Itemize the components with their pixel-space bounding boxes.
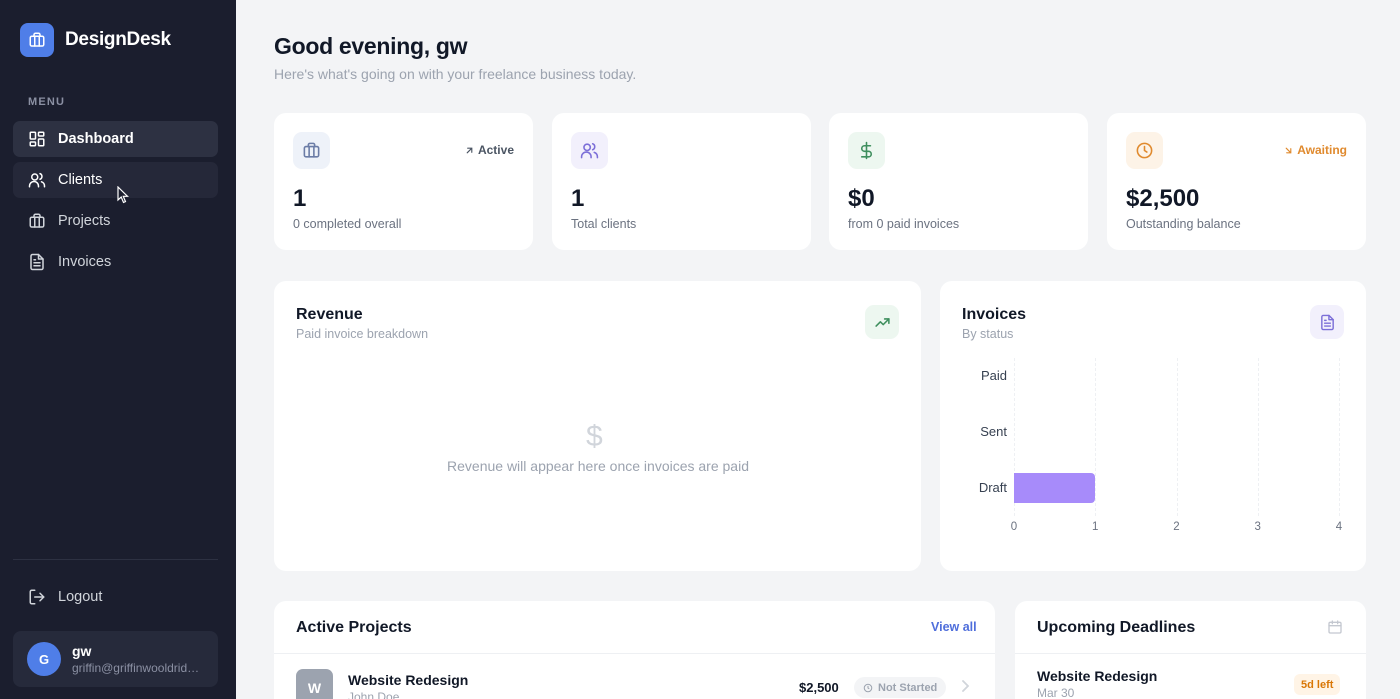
status-badge-label: Awaiting bbox=[1297, 143, 1347, 157]
logout-button[interactable]: Logout bbox=[13, 579, 218, 615]
status-badge: Active bbox=[464, 143, 514, 157]
chart-category-label: Draft bbox=[978, 480, 1007, 495]
logout-icon bbox=[29, 589, 45, 605]
section-title: Active Projects bbox=[296, 619, 412, 636]
briefcase-icon bbox=[20, 23, 54, 57]
panel-title: Invoices bbox=[962, 306, 1027, 323]
dashboard-grid-icon bbox=[29, 131, 45, 147]
project-avatar: W bbox=[296, 669, 333, 699]
dollar-icon: $ bbox=[586, 420, 603, 453]
divider bbox=[1015, 653, 1366, 654]
chart-tick-label: 3 bbox=[1254, 521, 1261, 533]
sidebar: DesignDesk MENU Dashboard Clients Projec… bbox=[0, 0, 236, 699]
sidebar-item-label: Dashboard bbox=[58, 131, 134, 147]
stat-value: $0 bbox=[848, 185, 875, 212]
divider bbox=[274, 653, 995, 654]
briefcase-icon bbox=[29, 213, 45, 228]
stat-card-outstanding: Awaiting $2,500 Outstanding balance bbox=[1107, 113, 1366, 250]
logout-area: Logout bbox=[13, 579, 218, 620]
revenue-panel: Revenue Paid invoice breakdown $ Revenue… bbox=[274, 281, 921, 571]
chart-bar[interactable] bbox=[1014, 473, 1096, 503]
briefcase-icon bbox=[293, 132, 330, 169]
panel-subtitle: Paid invoice breakdown bbox=[296, 327, 429, 341]
sidebar-divider bbox=[13, 559, 218, 560]
status-badge-label: Not Started bbox=[878, 681, 938, 694]
page-title: Good evening, gw bbox=[274, 33, 468, 59]
chart-grid-line bbox=[1257, 358, 1259, 516]
arrow-down-right-icon bbox=[1285, 147, 1292, 153]
arrow-up-right-icon bbox=[466, 147, 473, 153]
sidebar-item-label: Clients bbox=[58, 172, 103, 188]
stat-card-clients: 1 Total clients bbox=[552, 113, 811, 250]
stat-value: 1 bbox=[571, 185, 585, 212]
sidebar-item-projects[interactable]: Projects bbox=[13, 203, 218, 239]
document-icon[interactable] bbox=[1310, 305, 1344, 339]
empty-state-message: Revenue will appear here once invoices a… bbox=[447, 458, 749, 474]
panel-title: Revenue bbox=[296, 306, 363, 323]
user-card[interactable]: G gw griffin@griffinwooldridge.com bbox=[13, 631, 218, 687]
stat-card-revenue: $0 from 0 paid invoices bbox=[829, 113, 1088, 250]
chart-grid-line bbox=[1176, 358, 1178, 516]
stat-card-projects: Active 1 0 completed overall bbox=[274, 113, 533, 250]
stat-value: $2,500 bbox=[1126, 185, 1200, 212]
clock-icon bbox=[863, 683, 873, 692]
user-email: griffin@griffinwooldridge.com bbox=[72, 661, 204, 675]
stat-caption: from 0 paid invoices bbox=[848, 217, 960, 231]
dollar-icon bbox=[848, 132, 885, 169]
project-client: John Doe bbox=[348, 690, 400, 699]
chart-category-label: Sent bbox=[980, 424, 1007, 439]
logout-label: Logout bbox=[58, 589, 103, 605]
app-name: DesignDesk bbox=[65, 29, 171, 50]
deadline-project-name: Website Redesign bbox=[1037, 668, 1158, 684]
sidebar-item-clients[interactable]: Clients bbox=[13, 162, 218, 198]
clock-icon bbox=[1126, 132, 1163, 169]
chart-grid-line bbox=[1339, 358, 1340, 516]
chart-grid-line bbox=[1095, 358, 1097, 516]
chart-tick-label: 2 bbox=[1173, 521, 1180, 533]
chart-tick-label: 1 bbox=[1092, 521, 1099, 533]
status-badge: Awaiting bbox=[1283, 143, 1347, 157]
sidebar-item-dashboard[interactable]: Dashboard bbox=[13, 121, 218, 157]
stat-caption: Outstanding balance bbox=[1126, 217, 1241, 231]
status-badge-label: Active bbox=[477, 143, 514, 157]
status-badge: Not Started bbox=[854, 677, 947, 698]
avatar: G bbox=[27, 642, 61, 676]
stat-caption: 0 completed overall bbox=[293, 217, 402, 231]
chart-tick-label: 0 bbox=[1010, 521, 1018, 533]
calendar-icon bbox=[1328, 620, 1342, 634]
user-info: gw griffin@griffinwooldridge.com bbox=[72, 643, 204, 675]
brand[interactable]: DesignDesk bbox=[20, 23, 171, 57]
deadline-date: Mar 30 bbox=[1037, 686, 1075, 699]
project-amount: $2,500 bbox=[799, 680, 839, 695]
view-all-link[interactable]: View all bbox=[931, 620, 977, 634]
chevron-right-icon[interactable] bbox=[961, 680, 970, 692]
users-icon bbox=[28, 172, 46, 188]
sidebar-item-label: Invoices bbox=[58, 254, 112, 270]
sidebar-item-invoices[interactable]: Invoices bbox=[13, 244, 218, 280]
chart-tick-label: 4 bbox=[1335, 521, 1343, 533]
mouse-cursor-icon bbox=[117, 186, 129, 204]
stat-caption: Total clients bbox=[571, 217, 637, 231]
users-icon bbox=[571, 132, 608, 169]
chart-category-label: Paid bbox=[980, 368, 1007, 383]
page-subtitle: Here's what's going on with your freelan… bbox=[274, 66, 637, 82]
project-name: Website Redesign bbox=[348, 672, 469, 688]
status-badge: 5d left bbox=[1294, 674, 1341, 695]
sidebar-nav: Dashboard Clients Projects Invoices bbox=[13, 121, 218, 285]
menu-label: MENU bbox=[28, 96, 66, 108]
document-icon bbox=[30, 253, 44, 271]
panel-subtitle: By status bbox=[962, 327, 1014, 341]
section-title: Upcoming Deadlines bbox=[1037, 619, 1196, 636]
sidebar-item-label: Projects bbox=[58, 213, 111, 229]
stat-value: 1 bbox=[293, 185, 307, 212]
trending-up-icon[interactable] bbox=[865, 305, 899, 339]
user-name: gw bbox=[72, 643, 92, 659]
